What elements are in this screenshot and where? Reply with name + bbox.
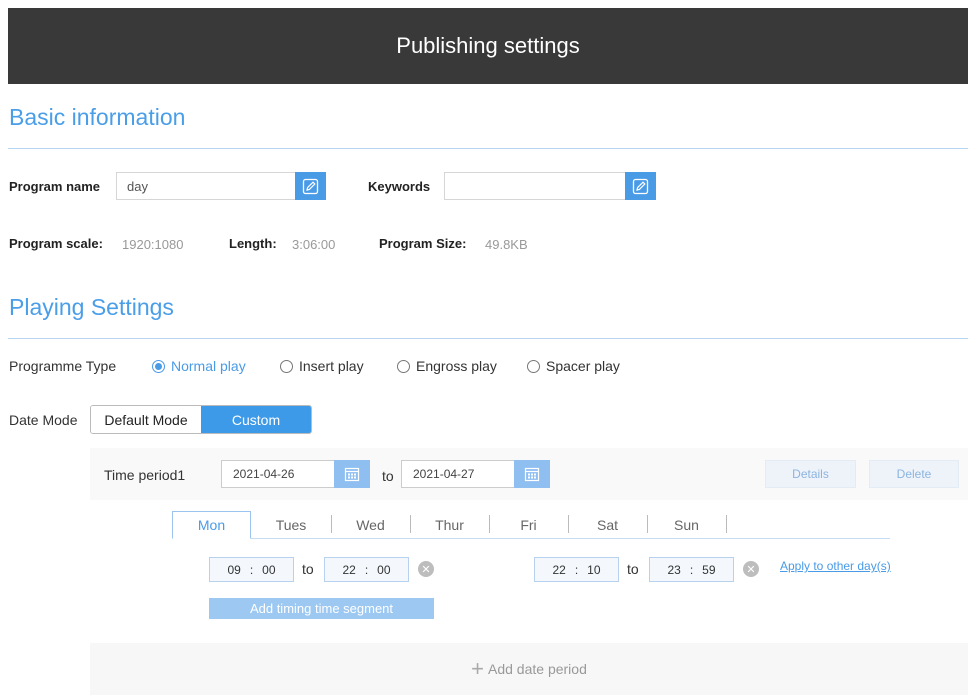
program-scale-label: Program scale: — [9, 236, 103, 251]
start-date-value: 2021-04-26 — [233, 467, 295, 481]
date-mode-custom[interactable]: Custom — [201, 406, 311, 433]
add-time-segment-button[interactable]: Add timing time segment — [209, 598, 434, 619]
date-mode-toggle: Default Mode Custom — [90, 405, 312, 434]
colon: : — [364, 562, 369, 577]
program-name-label: Program name — [9, 179, 101, 194]
header-bar: Publishing settings — [8, 8, 968, 84]
edit-icon — [302, 178, 319, 194]
keywords-edit-button[interactable] — [625, 172, 656, 200]
weekday-tabs: Mon Tues Wed Thur Fri Sat Sun — [172, 511, 890, 539]
radio-circle — [280, 359, 293, 373]
start-date-calendar-button[interactable] — [334, 460, 370, 488]
hour: 22 — [342, 562, 356, 577]
colon: : — [249, 562, 254, 577]
colon: : — [689, 562, 694, 577]
playing-settings-title: Playing Settings — [9, 294, 174, 320]
radio-spacer-play[interactable]: Spacer play — [527, 358, 620, 374]
minute: 59 — [702, 562, 716, 577]
radio-label: Spacer play — [546, 358, 620, 374]
programme-type-label: Programme Type — [9, 358, 117, 374]
segment-1-end-time[interactable]: 22 : 00 — [324, 557, 409, 582]
add-date-period-label: Add date period — [488, 661, 587, 677]
end-date-calendar-button[interactable] — [514, 460, 550, 488]
basic-info-divider — [8, 148, 968, 149]
tab-thur[interactable]: Thur — [410, 511, 489, 539]
segment-2-to: to — [627, 561, 639, 577]
basic-info-title: Basic information — [9, 104, 186, 130]
program-name-field[interactable]: day — [116, 172, 296, 200]
program-size-label: Program Size: — [379, 236, 467, 251]
radio-label: Normal play — [171, 358, 246, 374]
playing-settings-divider — [8, 338, 968, 339]
add-date-period-button[interactable]: + Add date period — [90, 643, 968, 695]
apply-to-other-days-link[interactable]: Apply to other day(s) — [780, 559, 891, 573]
tab-fri[interactable]: Fri — [489, 511, 568, 539]
end-date-value: 2021-04-27 — [413, 467, 475, 481]
length-label: Length: — [229, 236, 277, 251]
minute: 00 — [377, 562, 391, 577]
plus-icon: + — [471, 656, 484, 681]
radio-circle — [527, 359, 540, 373]
segment-2-end-time[interactable]: 23 : 59 — [649, 557, 734, 582]
tab-sat[interactable]: Sat — [568, 511, 647, 539]
colon: : — [574, 562, 579, 577]
radio-normal-play[interactable]: Normal play — [152, 358, 246, 374]
start-date-input[interactable]: 2021-04-26 — [221, 460, 335, 488]
hour: 09 — [227, 562, 241, 577]
minute: 00 — [262, 562, 276, 577]
calendar-icon — [524, 467, 540, 482]
keywords-label: Keywords — [368, 179, 431, 194]
radio-engross-play[interactable]: Engross play — [397, 358, 497, 374]
publishing-settings-page: Publishing settings Basic information Pr… — [0, 0, 968, 699]
date-mode-default[interactable]: Default Mode — [91, 406, 201, 433]
segment-1-to: to — [302, 561, 314, 577]
tab-separator — [726, 515, 727, 533]
radio-circle — [152, 359, 165, 373]
tab-mon[interactable]: Mon — [172, 511, 251, 539]
end-date-input[interactable]: 2021-04-27 — [401, 460, 515, 488]
delete-button[interactable]: Delete — [869, 460, 959, 488]
date-to-label: to — [382, 468, 394, 484]
segment-2-clear-icon[interactable]: ✕ — [743, 561, 759, 577]
keywords-field[interactable] — [444, 172, 626, 200]
program-scale-value: 1920:1080 — [122, 237, 184, 252]
tab-sun[interactable]: Sun — [647, 511, 726, 539]
radio-circle — [397, 359, 410, 373]
tab-tues[interactable]: Tues — [251, 511, 331, 539]
tab-wed[interactable]: Wed — [331, 511, 410, 539]
radio-label: Insert play — [299, 358, 364, 374]
details-button[interactable]: Details — [765, 460, 856, 488]
radio-label: Engross play — [416, 358, 497, 374]
page-title: Publishing settings — [396, 33, 580, 58]
program-size-value: 49.8KB — [485, 237, 528, 252]
segment-2-start-time[interactable]: 22 : 10 — [534, 557, 619, 582]
hour: 23 — [667, 562, 681, 577]
segment-1-start-time[interactable]: 09 : 00 — [209, 557, 294, 582]
date-mode-label: Date Mode — [9, 412, 78, 428]
program-name-edit-button[interactable] — [295, 172, 326, 200]
time-period-label: Time period1 — [104, 467, 186, 483]
edit-icon — [632, 178, 649, 194]
hour: 22 — [552, 562, 566, 577]
program-name-value: day — [127, 178, 148, 194]
minute: 10 — [587, 562, 601, 577]
segment-1-clear-icon[interactable]: ✕ — [418, 561, 434, 577]
radio-insert-play[interactable]: Insert play — [280, 358, 364, 374]
length-value: 3:06:00 — [292, 237, 336, 252]
calendar-icon — [344, 467, 360, 482]
